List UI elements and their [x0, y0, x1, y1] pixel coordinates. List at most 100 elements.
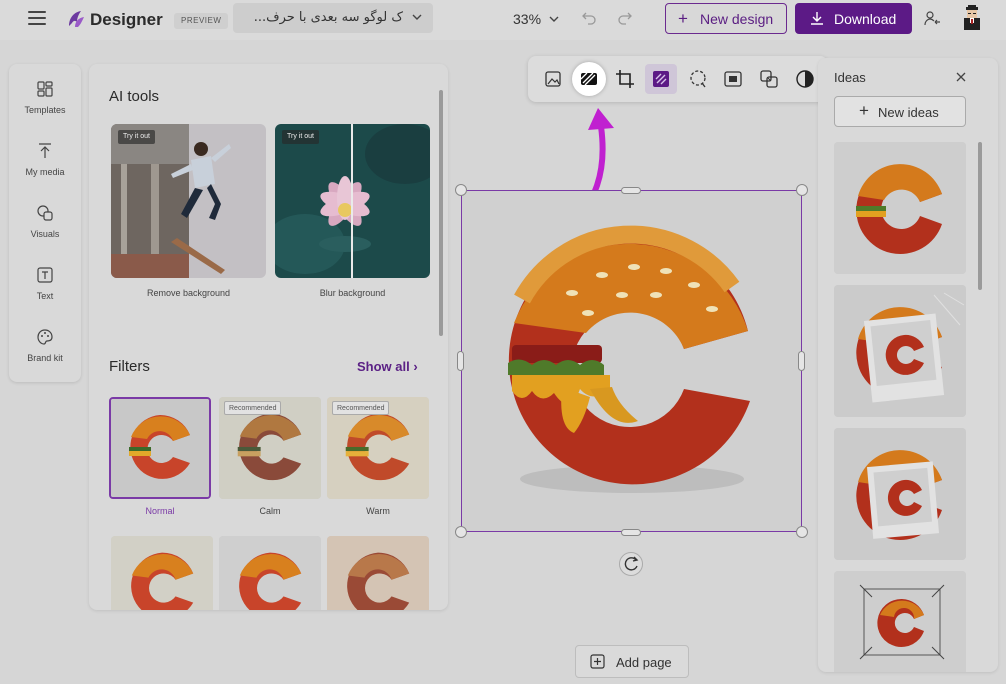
show-all-label: Show all — [357, 359, 410, 374]
text-icon — [37, 267, 53, 283]
rail-item-brand-kit[interactable]: Brand kit — [9, 328, 81, 384]
rail-item-label: Templates — [24, 104, 66, 115]
rotate-icon — [624, 556, 639, 571]
burger-logo-idea — [834, 285, 966, 417]
filters-title: Filters — [109, 358, 150, 375]
resize-handle-bottom-right[interactable] — [796, 526, 808, 538]
frame-icon[interactable] — [723, 69, 743, 89]
filter-label: Calm — [259, 506, 281, 516]
share-icon[interactable] — [923, 9, 942, 28]
resize-handle-top-right[interactable] — [796, 184, 808, 196]
rail-item-text[interactable]: Text — [9, 266, 81, 322]
download-button[interactable]: Download — [795, 3, 912, 34]
close-icon[interactable] — [955, 71, 967, 83]
rail-item-visuals[interactable]: Visuals — [9, 204, 81, 260]
burger-logo-thumbnail — [219, 536, 321, 610]
remove-background-label: Remove background — [146, 288, 231, 298]
burger-logo-thumbnail — [111, 536, 213, 610]
filter-label: Warm — [366, 506, 390, 516]
try-it-out-badge: Try it out — [282, 130, 319, 144]
add-page-button[interactable]: Add page — [575, 645, 689, 678]
filter-item[interactable] — [111, 536, 213, 610]
rail-item-label: Brand kit — [27, 352, 63, 363]
design-title: ک لوگو سه بعدی با حرف... — [253, 10, 403, 25]
burger-logo-thumbnail — [111, 399, 209, 497]
filter-label: Normal — [145, 506, 175, 516]
rotate-handle[interactable] — [619, 552, 643, 576]
add-page-label: Add page — [616, 655, 672, 670]
panel-scrollbar[interactable] — [439, 90, 443, 336]
filter-calm[interactable]: Recommended — [219, 397, 321, 499]
burger-logo-idea — [834, 428, 966, 560]
rail-item-templates[interactable]: Templates — [9, 80, 81, 136]
new-design-button[interactable]: + New design — [665, 3, 787, 34]
chevron-down-icon — [412, 14, 422, 20]
resize-handle-top-left[interactable] — [455, 184, 467, 196]
new-design-label: New design — [700, 11, 774, 27]
layers-icon[interactable] — [759, 69, 779, 89]
visuals-icon — [37, 205, 53, 221]
redo-icon[interactable] — [617, 10, 633, 26]
rail-item-label: Text — [36, 290, 54, 301]
app-header: Designer PREVIEW ک لوگو سه بعدی با حرف..… — [0, 0, 1006, 40]
resize-handle-bottom[interactable] — [621, 529, 641, 536]
templates-icon — [37, 81, 53, 97]
resize-handle-bottom-left[interactable] — [455, 526, 467, 538]
ideas-scrollbar[interactable] — [978, 142, 982, 290]
burger-logo-idea — [834, 142, 966, 274]
idea-card[interactable] — [834, 428, 966, 560]
design-artboard[interactable] — [461, 190, 802, 532]
brand-kit-icon — [37, 329, 53, 345]
burger-logo-idea — [834, 571, 966, 672]
resize-handle-right[interactable] — [798, 351, 805, 371]
new-ideas-button[interactable]: + New ideas — [834, 96, 966, 127]
filter-item[interactable] — [327, 536, 429, 610]
show-all-link[interactable]: Show all › — [357, 359, 418, 374]
download-icon — [811, 12, 823, 25]
burger-letter-c-logo — [508, 225, 750, 493]
app-name: Designer — [90, 10, 163, 29]
ai-tools-title: AI tools — [109, 88, 160, 105]
rail-item-label: My media — [25, 166, 65, 177]
recommended-badge: Recommended — [224, 401, 282, 415]
skater-image — [111, 124, 266, 278]
filters-icon[interactable] — [651, 69, 671, 89]
new-ideas-label: New ideas — [878, 105, 939, 120]
plus-icon: + — [859, 101, 869, 120]
avatar[interactable] — [960, 5, 984, 31]
upload-icon — [39, 143, 51, 158]
preview-badge: PREVIEW — [174, 13, 229, 29]
blur-background-card[interactable]: Try it out — [275, 124, 430, 278]
add-page-icon — [590, 654, 605, 669]
idea-card[interactable] — [834, 142, 966, 274]
rail-item-my-media[interactable]: My media — [9, 142, 81, 198]
ideas-title: Ideas — [834, 70, 866, 85]
idea-card[interactable] — [834, 285, 966, 417]
resize-handle-top[interactable] — [621, 187, 641, 194]
design-title-dropdown[interactable]: ک لوگو سه بعدی با حرف... — [233, 3, 433, 33]
idea-card[interactable] — [834, 571, 966, 672]
undo-icon[interactable] — [581, 10, 597, 26]
crop-icon[interactable] — [615, 69, 635, 89]
zoom-level[interactable]: 33% — [513, 11, 541, 27]
plus-icon: + — [678, 9, 688, 28]
left-rail: Templates My media Visuals Text Brand ki… — [9, 64, 81, 382]
menu-icon[interactable] — [28, 11, 46, 27]
ideas-panel: Ideas + New ideas — [818, 58, 998, 672]
remove-background-card[interactable]: Try it out — [111, 124, 266, 278]
burger-logo-thumbnail — [327, 536, 429, 610]
chevron-down-icon[interactable] — [548, 13, 560, 25]
recommended-badge: Recommended — [332, 401, 390, 415]
try-it-out-badge: Try it out — [118, 130, 155, 144]
filter-warm[interactable]: Recommended — [327, 397, 429, 499]
designer-logo-icon — [69, 11, 84, 27]
background-remove-icon[interactable] — [579, 69, 599, 89]
filter-normal[interactable] — [109, 397, 211, 499]
filter-item[interactable] — [219, 536, 321, 610]
lasso-select-icon[interactable] — [688, 69, 708, 89]
resize-handle-left[interactable] — [457, 351, 464, 371]
rail-item-label: Visuals — [30, 228, 60, 239]
image-icon[interactable] — [543, 69, 563, 89]
adjust-icon[interactable] — [795, 69, 815, 89]
chevron-right-icon: › — [413, 359, 418, 374]
